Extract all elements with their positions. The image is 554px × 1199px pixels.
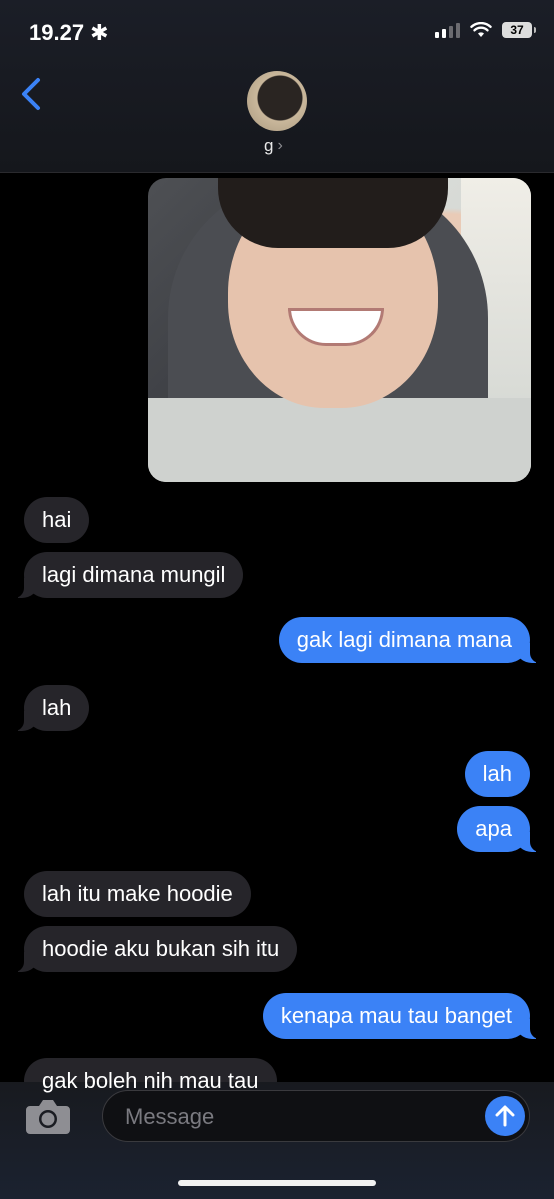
back-chevron-icon[interactable]	[16, 76, 46, 112]
message-bubble-incoming[interactable]: lah itu make hoodie	[24, 871, 251, 917]
conversation-header: 19.27 ✱ 37 g ›	[0, 0, 554, 173]
message-bubble-incoming[interactable]: lah	[13, 685, 90, 731]
status-icons: 37	[435, 22, 536, 38]
cellular-signal-icon	[435, 22, 460, 38]
battery-icon: 37	[502, 22, 536, 38]
message-bubble-incoming[interactable]: lagi dimana mungil	[13, 552, 244, 598]
send-button[interactable]	[485, 1096, 525, 1136]
contact-name: g	[264, 136, 274, 155]
home-indicator[interactable]	[178, 1180, 376, 1186]
chevron-right-icon: ›	[277, 137, 283, 154]
contact-avatar[interactable]	[247, 71, 307, 131]
contact-name-button[interactable]: g ›	[264, 136, 283, 156]
message-input[interactable]	[123, 1091, 467, 1143]
message-bubble-outgoing[interactable]: gak lagi dimana mana	[278, 617, 541, 663]
wifi-icon	[470, 22, 492, 37]
message-bubble-incoming[interactable]: hai	[24, 497, 90, 543]
message-bubble-incoming[interactable]: hoodie aku bukan sih itu	[13, 926, 298, 972]
arrow-up-icon	[495, 1105, 515, 1127]
status-time: 19.27 ✱	[29, 20, 109, 45]
camera-icon[interactable]	[24, 1096, 72, 1136]
message-bubble-outgoing[interactable]: lah	[464, 751, 530, 797]
photo-message[interactable]	[148, 178, 531, 482]
message-bubble-outgoing[interactable]: apa	[457, 806, 540, 852]
message-field[interactable]	[102, 1090, 530, 1143]
message-bubble-outgoing[interactable]: kenapa mau tau banget	[262, 993, 541, 1039]
